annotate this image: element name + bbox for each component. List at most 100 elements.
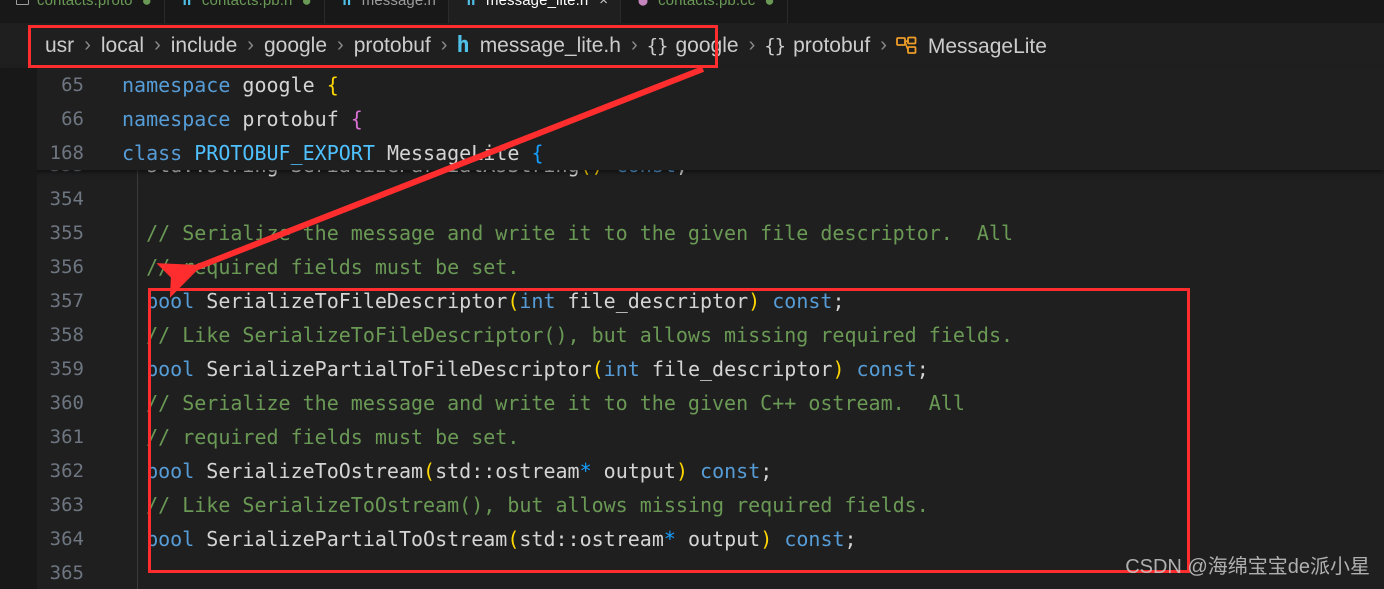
tab-dirty-indicator[interactable]: ●: [142, 0, 152, 9]
code-line[interactable]: 362 bool SerializeToOstream(std::ostream…: [0, 454, 1384, 488]
watermark-brand: CSDN: [1125, 556, 1182, 578]
code-token: const: [700, 459, 761, 483]
breadcrumb[interactable]: usr › local › include › google › protobuf › h messa…: [0, 23, 1384, 68]
code-token: ): [675, 459, 688, 483]
editor-tab-contacts-pb-h[interactable]: h contacts.pb.h ●: [164, 0, 325, 23]
breadcrumb-symbol-MessageLite[interactable]: MessageLite: [895, 33, 1048, 59]
watermark-user: @海绵宝宝de派小星: [1187, 556, 1370, 578]
breadcrumb-symbol-google[interactable]: {} google: [647, 34, 740, 58]
line-content: [96, 556, 122, 589]
code-line[interactable]: 357 bool SerializeToFileDescriptor(int f…: [0, 284, 1384, 318]
code-line[interactable]: 358 // Like SerializeToFileDescriptor(),…: [0, 318, 1384, 352]
code-token: ;: [844, 527, 857, 551]
tab-close-icon[interactable]: ×: [599, 0, 608, 9]
code-line[interactable]: 361 // required fields must be set.: [0, 420, 1384, 454]
breadcrumb-symbol-protobuf[interactable]: {} protobuf: [764, 34, 871, 58]
tab-label: contacts.proto: [37, 0, 133, 9]
namespace-braces-icon: {}: [646, 34, 669, 57]
code-token: ): [760, 527, 773, 551]
code-token: // Like SerializeToFileDescriptor(), but…: [122, 323, 1014, 347]
namespace-braces-icon: {}: [764, 34, 786, 57]
sticky-scroll-panel[interactable]: 65 namespace google {66 namespace protobuf…: [0, 68, 1384, 170]
code-token: bool: [146, 357, 195, 381]
proto-file-icon: [14, 0, 30, 9]
code-token: google: [242, 73, 315, 97]
line-content: bool SerializePartialToFileDescriptor(in…: [96, 352, 929, 386]
code-token: // required fields must be set.: [122, 425, 520, 449]
code-token: (: [591, 357, 604, 381]
code-token: SerializePartialToOstream: [194, 527, 508, 551]
line-content: bool SerializeToOstream(std::ostream* ou…: [96, 454, 772, 488]
breadcrumb-segment-local[interactable]: local: [100, 34, 145, 58]
code-token: ;: [916, 357, 929, 381]
line-content: [96, 182, 122, 216]
code-token: protobuf: [242, 107, 339, 131]
code-editor[interactable]: 353 std::string SerializePartialAsString…: [0, 170, 1384, 589]
code-token: const: [856, 357, 917, 381]
code-token: {: [350, 107, 363, 131]
breadcrumb-separator-icon: ›: [154, 34, 161, 56]
h-file-icon: h: [456, 33, 470, 58]
line-content: bool SerializeToFileDescriptor(int file_…: [96, 284, 845, 318]
line-content: // Like SerializeToFileDescriptor(), but…: [96, 318, 1013, 352]
breadcrumb-segment-protobuf[interactable]: protobuf: [353, 34, 432, 58]
breadcrumb-separator-icon: ›: [630, 34, 638, 56]
code-token: int: [603, 357, 640, 381]
code-line[interactable]: 356 // required fields must be set.: [0, 250, 1384, 284]
code-line[interactable]: 363 // Like SerializeToOstream(), but al…: [0, 488, 1384, 522]
editor-tab-message-h[interactable]: h message.h: [324, 0, 449, 23]
code-line[interactable]: 360 // Serialize the message and write i…: [0, 386, 1384, 420]
line-content: // Like SerializeToOstream(), but allows…: [96, 488, 929, 522]
code-token: ;: [676, 170, 688, 177]
breadcrumb-file-name: message_lite.h: [479, 34, 621, 57]
class-symbol-icon: [895, 36, 917, 54]
breadcrumb-symbol-label: MessageLite: [927, 34, 1047, 58]
code-line[interactable]: 66 namespace protobuf {: [0, 102, 1384, 136]
breadcrumb-segment-google[interactable]: google: [263, 34, 328, 58]
breadcrumb-segment-include[interactable]: include: [170, 34, 239, 58]
breadcrumb-symbol-label: google: [675, 33, 739, 57]
code-token: ): [832, 357, 845, 381]
code-token: class: [122, 141, 183, 165]
breadcrumb-symbol-label: protobuf: [793, 33, 871, 57]
code-token: SerializeToFileDescriptor: [194, 289, 508, 313]
code-token: SerializePartialToFileDescriptor: [194, 357, 592, 381]
code-token: {: [531, 141, 544, 165]
tab-dirty-indicator[interactable]: ●: [764, 0, 774, 9]
code-line[interactable]: 168 class PROTOBUF_EXPORT MessageLite {: [0, 136, 1384, 170]
proto-square-glyph: [15, 0, 29, 5]
code-line[interactable]: 359 bool SerializePartialToFileDescripto…: [0, 352, 1384, 386]
code-token: // Serialize the message and write it to…: [122, 391, 965, 415]
code-token: std::ostream: [519, 527, 664, 551]
code-token: const: [616, 170, 676, 177]
code-line[interactable]: 354: [0, 182, 1384, 216]
vscode-window: contacts.proto ● h contacts.pb.h ● h message.h…: [0, 0, 1384, 589]
tab-dirty-indicator[interactable]: ●: [301, 0, 311, 9]
code-line[interactable]: 355 // Serialize the message and write i…: [0, 216, 1384, 250]
editor-tab-contacts-pb-cc[interactable]: ● contacts.pb.cc ●: [621, 0, 788, 23]
editor-tab-contacts-proto[interactable]: contacts.proto ●: [0, 0, 165, 23]
code-token: PROTOBUF_EXPORT: [194, 141, 375, 165]
code-token: (): [580, 170, 604, 177]
cpp-header-icon: h: [466, 0, 476, 9]
csdn-watermark: CSDN @海绵宝宝de派小星: [1125, 550, 1370, 579]
line-content: // Serialize the message and write it to…: [96, 216, 1013, 250]
code-line[interactable]: 65 namespace google {: [0, 68, 1384, 102]
code-token: *: [579, 459, 592, 483]
editor-tab-message-lite-h[interactable]: h message_lite.h ×: [449, 0, 622, 23]
breadcrumb-segment-file[interactable]: h message_lite.h: [456, 33, 622, 58]
cpp-source-icon: ●: [638, 0, 648, 9]
code-token: *: [663, 527, 676, 551]
code-token: ;: [832, 289, 845, 313]
breadcrumb-segment-usr[interactable]: usr: [44, 34, 75, 58]
code-line[interactable]: 353 std::string SerializePartialAsString…: [0, 170, 1384, 182]
breadcrumb-separator-icon: ›: [84, 34, 91, 56]
tab-label: message.h: [361, 0, 436, 9]
